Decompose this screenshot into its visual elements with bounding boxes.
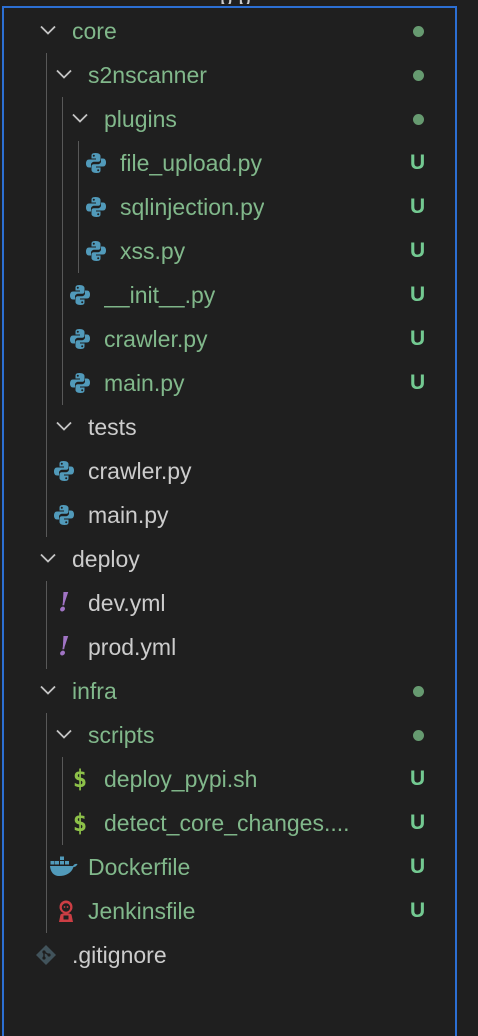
tree-file-prod-yml[interactable]: ! prod.yml [4,625,456,669]
python-icon [84,195,108,219]
shell-icon: $ [72,809,88,837]
tree-file-deploy-pypi-sh[interactable]: $ deploy_pypi.sh U [4,757,456,801]
tree-file-main-py[interactable]: main.py U [4,361,456,405]
python-icon [68,283,92,307]
chevron-down-icon[interactable] [56,726,72,742]
untracked-status-badge: U [410,283,426,306]
clipped-header-text: p p [220,0,400,4]
tree-label: main.py [88,502,169,528]
tree-folder-deploy[interactable]: deploy [4,537,456,581]
tree-file-gitignore[interactable]: .gitignore [4,933,456,977]
tree-label: tests [88,414,137,440]
tree-label: s2nscanner [88,62,207,88]
tree-label: xss.py [120,238,186,264]
tree-label: prod.yml [88,634,177,660]
file-explorer: p p core s2nscanner plugins file_upload.… [0,0,478,1036]
modified-dot-badge [413,114,424,125]
tree-label: dev.yml [88,590,166,616]
tree-label: deploy [72,546,140,572]
tree-folder-plugins[interactable]: plugins [4,97,456,141]
tree-file-crawler-py[interactable]: crawler.py U [4,317,456,361]
tree-folder-infra[interactable]: infra [4,669,456,713]
tree-file-dockerfile[interactable]: Dockerfile U [4,845,456,889]
modified-dot-badge [413,686,424,697]
tree-label: file_upload.py [120,150,262,176]
tree-file-init-py[interactable]: __init__.py U [4,273,456,317]
tree-label: core [72,18,117,44]
tree-label: main.py [104,370,185,396]
untracked-status-badge: U [410,767,426,790]
python-icon [52,459,76,483]
tree-file-crawler-py[interactable]: crawler.py [4,449,456,493]
tree-folder-tests[interactable]: tests [4,405,456,449]
modified-dot-badge [413,26,424,37]
tree-file-jenkinsfile[interactable]: Jenkinsfile U [4,889,456,933]
untracked-status-badge: U [410,371,426,394]
tree-label: detect_core_changes.... [104,810,350,836]
modified-dot-badge [413,70,424,81]
python-icon [68,371,92,395]
tree-label: crawler.py [88,458,192,484]
tree-file-sqlinjection-py[interactable]: sqlinjection.py U [4,185,456,229]
jenkins-icon [54,899,78,923]
tree-label: __init__.py [104,282,216,308]
tree-label: Jenkinsfile [88,898,196,924]
tree-folder-core[interactable]: core [4,9,456,53]
python-icon [52,503,76,527]
python-icon [68,327,92,351]
tree-label: scripts [88,722,155,748]
chevron-down-icon[interactable] [40,550,56,566]
tree-label: Dockerfile [88,854,191,880]
untracked-status-badge: U [410,151,426,174]
tree-label: .gitignore [72,942,167,968]
untracked-status-badge: U [410,899,426,922]
tree-label: crawler.py [104,326,208,352]
tree-file-xss-py[interactable]: xss.py U [4,229,456,273]
untracked-status-badge: U [410,327,426,350]
tree-file-detect-core-changes[interactable]: $ detect_core_changes.... U [4,801,456,845]
yaml-icon: ! [58,632,70,662]
tree-label: sqlinjection.py [120,194,265,220]
tree-file-main-py[interactable]: main.py [4,493,456,537]
untracked-status-badge: U [410,239,426,262]
modified-dot-badge [413,730,424,741]
tree-file-dev-yml[interactable]: ! dev.yml [4,581,456,625]
untracked-status-badge: U [410,811,426,834]
shell-icon: $ [72,765,88,793]
untracked-status-badge: U [410,855,426,878]
docker-icon [50,855,78,879]
git-icon [34,943,58,967]
tree-folder-s2nscanner[interactable]: s2nscanner [4,53,456,97]
yaml-icon: ! [58,588,70,618]
chevron-down-icon[interactable] [72,110,88,126]
tree-label: infra [72,678,117,704]
chevron-down-icon[interactable] [56,418,72,434]
tree-label: deploy_pypi.sh [104,766,258,792]
chevron-down-icon[interactable] [40,22,56,38]
untracked-status-badge: U [410,195,426,218]
chevron-down-icon[interactable] [56,66,72,82]
python-icon [84,239,108,263]
tree-file-file-upload-py[interactable]: file_upload.py U [4,141,456,185]
tree-label: plugins [104,106,177,132]
tree-folder-scripts[interactable]: scripts [4,713,456,757]
python-icon [84,151,108,175]
chevron-down-icon[interactable] [40,682,56,698]
